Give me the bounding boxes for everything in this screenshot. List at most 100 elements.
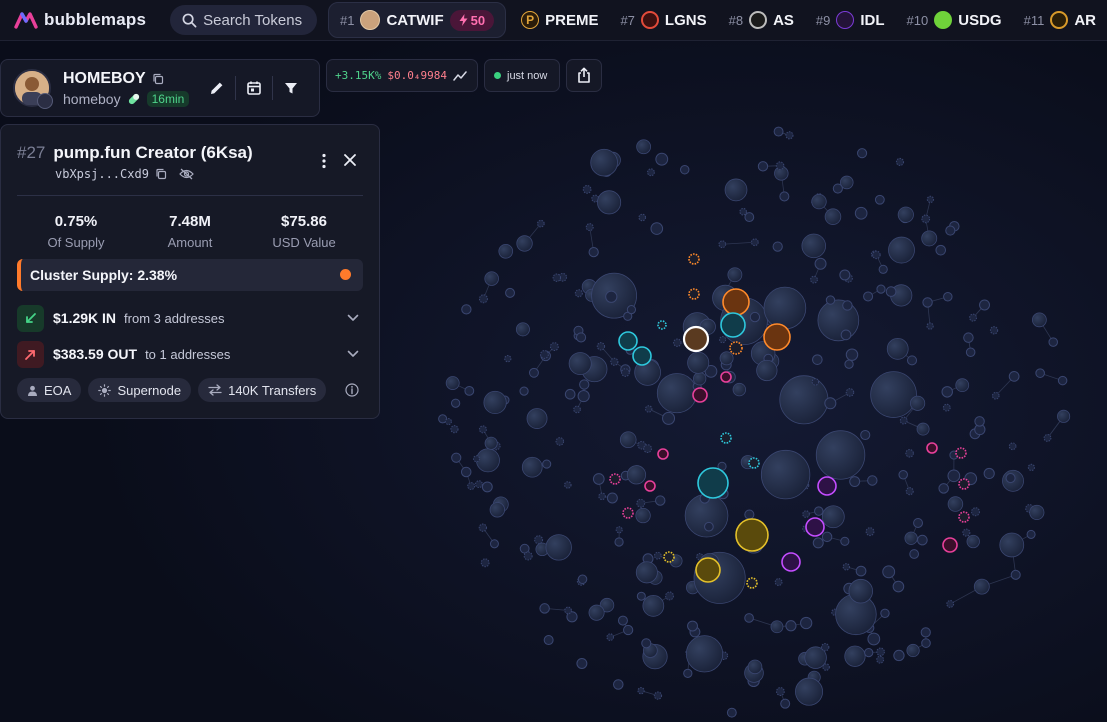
holder-bubble[interactable] bbox=[965, 347, 976, 358]
holder-bubble[interactable] bbox=[480, 558, 490, 568]
holder-bubble[interactable] bbox=[817, 299, 860, 342]
holder-bubble[interactable] bbox=[757, 161, 769, 172]
holder-bubble[interactable] bbox=[812, 537, 824, 549]
holder-bubble[interactable] bbox=[744, 613, 754, 623]
holder-bubble[interactable] bbox=[726, 707, 737, 718]
holder-bubble[interactable] bbox=[592, 473, 605, 485]
holder-bubble[interactable] bbox=[921, 638, 931, 648]
holder-bubble[interactable] bbox=[475, 480, 483, 489]
holder-bubble[interactable] bbox=[489, 502, 506, 518]
copy-icon[interactable] bbox=[152, 73, 164, 85]
holder-bubble[interactable] bbox=[472, 455, 481, 463]
holder-bubble[interactable] bbox=[842, 300, 853, 311]
holder-bubble[interactable] bbox=[885, 286, 897, 297]
holder-bubble[interactable] bbox=[969, 313, 978, 322]
holder-bubble[interactable] bbox=[895, 157, 905, 166]
holder-bubble[interactable] bbox=[926, 322, 934, 330]
holder-bubble[interactable] bbox=[906, 643, 920, 658]
holder-bubble[interactable] bbox=[770, 620, 784, 634]
ticker-item-catwif[interactable]: #1 CATWIF 50 bbox=[327, 2, 507, 38]
holder-bubble[interactable] bbox=[573, 405, 581, 414]
holder-bubble[interactable] bbox=[878, 264, 888, 274]
cluster-bubble[interactable] bbox=[805, 517, 825, 537]
holder-bubble[interactable] bbox=[849, 476, 861, 488]
holder-bubble[interactable] bbox=[840, 329, 852, 341]
holder-bubble[interactable] bbox=[824, 208, 842, 225]
edit-button[interactable] bbox=[199, 74, 235, 102]
holder-bubble[interactable] bbox=[683, 668, 693, 678]
holder-bubble[interactable] bbox=[662, 411, 676, 425]
cluster-bubble[interactable] bbox=[746, 577, 758, 589]
holder-bubble[interactable] bbox=[773, 126, 784, 137]
holder-bubble[interactable] bbox=[795, 677, 824, 706]
holder-bubble[interactable] bbox=[935, 244, 947, 256]
holder-bubble[interactable] bbox=[519, 386, 529, 396]
holder-bubble[interactable] bbox=[576, 657, 588, 669]
holder-bubble[interactable] bbox=[825, 295, 836, 305]
holder-bubble[interactable] bbox=[979, 299, 991, 311]
holder-bubble[interactable] bbox=[621, 368, 630, 377]
ticker-item-ar[interactable]: #11 AR bbox=[1013, 0, 1107, 40]
holder-bubble[interactable] bbox=[564, 606, 572, 615]
holder-bubble[interactable] bbox=[867, 632, 881, 646]
holder-bubble[interactable] bbox=[545, 534, 572, 561]
cluster-bubble[interactable] bbox=[926, 442, 938, 454]
cluster-bubble[interactable] bbox=[697, 467, 729, 499]
holder-bubble[interactable] bbox=[655, 152, 669, 166]
holder-bubble[interactable] bbox=[899, 416, 908, 425]
holder-bubble[interactable] bbox=[653, 551, 662, 560]
holder-bubble[interactable] bbox=[747, 659, 763, 675]
holder-bubble[interactable] bbox=[780, 698, 791, 709]
holder-bubble[interactable] bbox=[460, 466, 472, 478]
holder-bubble[interactable] bbox=[539, 603, 550, 614]
holder-bubble[interactable] bbox=[515, 322, 530, 337]
cluster-bubble[interactable] bbox=[688, 253, 700, 265]
holder-bubble[interactable] bbox=[989, 326, 999, 335]
holder-bubble[interactable] bbox=[626, 305, 637, 315]
eye-off-icon[interactable] bbox=[179, 168, 194, 180]
holder-bubble[interactable] bbox=[844, 359, 854, 369]
holder-bubble[interactable] bbox=[801, 233, 827, 259]
ticker-item-lgns[interactable]: #7 LGNS bbox=[609, 0, 717, 40]
holder-bubble[interactable] bbox=[489, 539, 499, 549]
holder-bubble[interactable] bbox=[1026, 529, 1036, 539]
holder-bubble[interactable] bbox=[642, 595, 665, 617]
holder-bubble[interactable] bbox=[606, 633, 615, 641]
holder-bubble[interactable] bbox=[971, 507, 981, 517]
holder-bubble[interactable] bbox=[785, 131, 794, 140]
holder-bubble[interactable] bbox=[920, 627, 931, 638]
holder-bubble[interactable] bbox=[893, 649, 905, 662]
cluster-bubble[interactable] bbox=[663, 551, 675, 563]
cluster-bubble[interactable] bbox=[781, 552, 801, 572]
holder-bubble[interactable] bbox=[693, 372, 707, 386]
holder-bubble[interactable] bbox=[848, 578, 874, 604]
holder-bubble[interactable] bbox=[1005, 473, 1016, 484]
holder-bubble[interactable] bbox=[564, 388, 576, 400]
holder-bubble[interactable] bbox=[613, 679, 624, 690]
holder-bubble[interactable] bbox=[478, 294, 488, 304]
holder-bubble[interactable] bbox=[588, 246, 599, 258]
holder-bubble[interactable] bbox=[938, 483, 949, 494]
holder-bubble[interactable] bbox=[655, 495, 666, 506]
holder-bubble[interactable] bbox=[821, 531, 833, 543]
holder-bubble[interactable] bbox=[744, 212, 755, 223]
holder-bubble[interactable] bbox=[1057, 409, 1071, 423]
holder-bubble[interactable] bbox=[760, 449, 811, 500]
holder-bubble[interactable] bbox=[687, 351, 710, 374]
holder-bubble[interactable] bbox=[888, 236, 915, 264]
holder-bubble[interactable] bbox=[811, 193, 827, 210]
holder-bubble[interactable] bbox=[623, 624, 634, 636]
holder-bubble[interactable] bbox=[475, 448, 500, 473]
holder-bubble[interactable] bbox=[840, 536, 850, 546]
cluster-bubble[interactable] bbox=[692, 387, 708, 403]
holder-bubble[interactable] bbox=[1057, 375, 1068, 386]
holder-bubble[interactable] bbox=[1008, 442, 1017, 451]
holder-bubble[interactable] bbox=[802, 510, 810, 518]
holder-bubble[interactable] bbox=[590, 148, 618, 177]
holder-bubble[interactable] bbox=[922, 297, 933, 308]
holder-bubble[interactable] bbox=[947, 496, 964, 512]
share-button[interactable] bbox=[566, 59, 602, 92]
holder-bubble[interactable] bbox=[1027, 463, 1036, 471]
holder-bubble[interactable] bbox=[973, 578, 990, 595]
holder-bubble[interactable] bbox=[874, 194, 885, 205]
